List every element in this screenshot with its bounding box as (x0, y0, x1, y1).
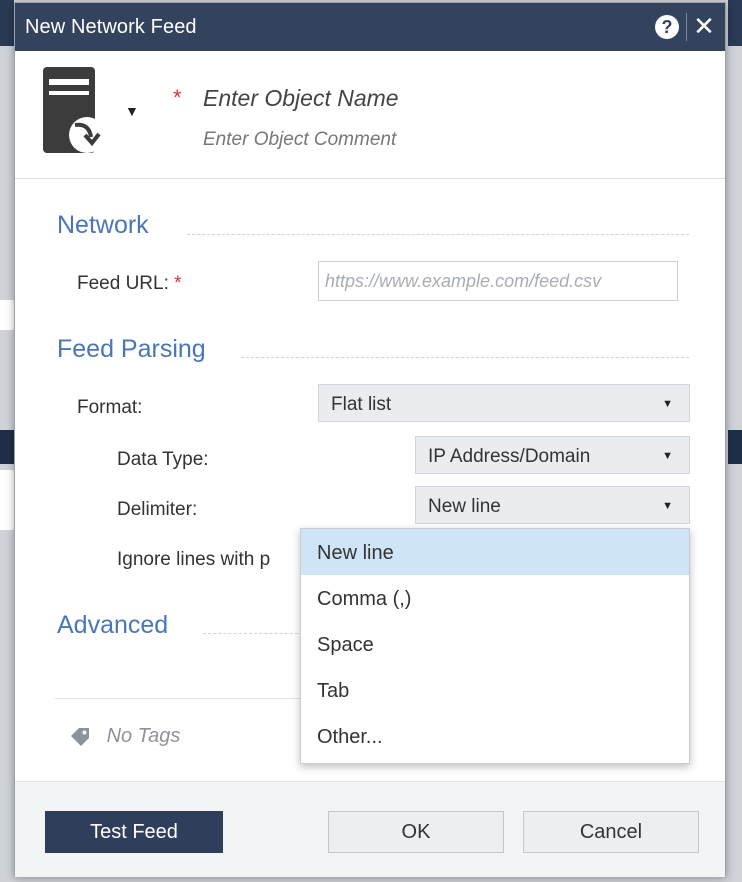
section-divider (187, 234, 689, 235)
feed-url-input[interactable] (318, 261, 678, 301)
section-title-feed-parsing: Feed Parsing (57, 335, 206, 363)
dropdown-option-space[interactable]: Space (301, 621, 689, 667)
section-title-advanced[interactable]: Advanced (57, 611, 168, 640)
data-type-label: Data Type: (117, 449, 209, 470)
object-header: ▼ * Enter Object Name Enter Object Comme… (15, 51, 725, 179)
chevron-down-icon: ▼ (662, 500, 673, 512)
background-app-strip (728, 0, 742, 46)
new-network-feed-dialog: New Network Feed ? ✕ ▼ * Enter Object Na… (14, 2, 726, 877)
required-indicator: * (173, 85, 182, 110)
ok-button[interactable]: OK (328, 811, 504, 853)
background-app-strip (0, 0, 14, 46)
question-circle-icon[interactable]: ? (655, 15, 679, 39)
no-tags-text: No Tags (106, 725, 181, 747)
titlebar-separator (686, 13, 687, 41)
format-label: Format: (77, 397, 143, 418)
close-icon[interactable]: ✕ (691, 11, 717, 41)
object-comment-input[interactable]: Enter Object Comment (203, 129, 396, 151)
network-feed-object-icon[interactable] (39, 67, 103, 157)
dropdown-option-other[interactable]: Other... (301, 713, 689, 759)
background-app-strip (0, 470, 14, 530)
chevron-down-icon: ▼ (662, 398, 673, 410)
cancel-button[interactable]: Cancel (523, 811, 699, 853)
dialog-footer: Test Feed OK Cancel (15, 781, 725, 877)
dialog-title: New Network Feed (25, 16, 197, 38)
section-divider (203, 633, 303, 634)
format-select-value: Flat list (331, 394, 392, 415)
data-type-select-value: IP Address/Domain (428, 446, 591, 467)
feed-url-label: Feed URL: * (77, 273, 182, 294)
delimiter-select[interactable]: New line ▼ (415, 486, 690, 524)
test-feed-button[interactable]: Test Feed (45, 811, 223, 853)
delimiter-select-value: New line (428, 496, 501, 517)
background-app-strip (728, 430, 742, 464)
dropdown-option-comma[interactable]: Comma (,) (301, 575, 689, 621)
object-name-input[interactable]: Enter Object Name (203, 85, 399, 112)
background-app-strip (0, 430, 14, 464)
object-icon-dropdown-caret[interactable]: ▼ (125, 103, 139, 119)
delimiter-dropdown-menu: New line Comma (,) Space Tab Other... (300, 528, 690, 764)
dialog-titlebar: New Network Feed ? ✕ (15, 3, 725, 51)
chevron-down-icon: ▼ (662, 450, 673, 462)
delimiter-label: Delimiter: (117, 499, 198, 520)
ignore-lines-label: Ignore lines with p (117, 549, 271, 570)
dropdown-option-tab[interactable]: Tab (301, 667, 689, 713)
background-app-strip (0, 300, 14, 330)
section-divider (241, 357, 689, 358)
tag-icon (71, 727, 89, 746)
tags-area[interactable]: No Tags (69, 725, 180, 748)
data-type-select[interactable]: IP Address/Domain ▼ (415, 436, 690, 474)
dropdown-option-new-line[interactable]: New line (301, 529, 689, 575)
format-select[interactable]: Flat list ▼ (318, 384, 690, 422)
section-title-network: Network (57, 211, 149, 239)
